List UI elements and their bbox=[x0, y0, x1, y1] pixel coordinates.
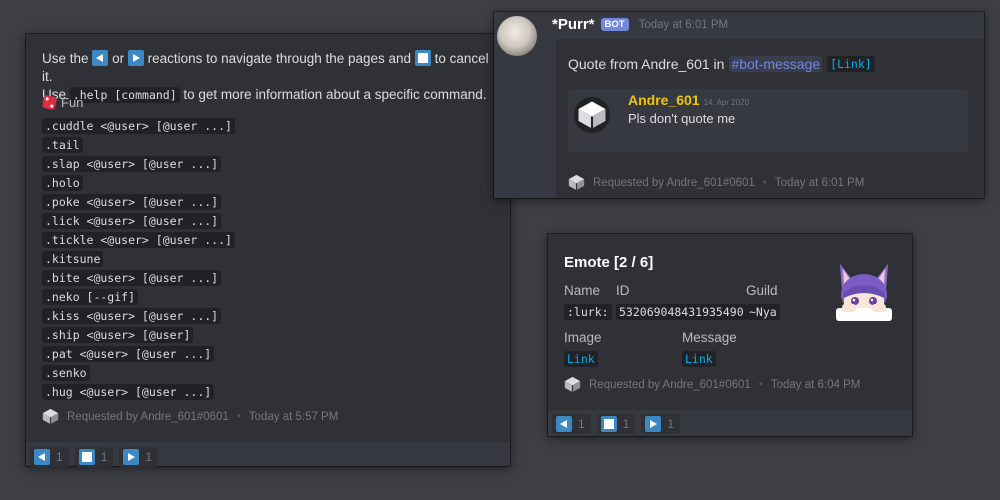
field-value-message: Link bbox=[682, 350, 716, 368]
field-value-name: :lurk: bbox=[564, 303, 612, 321]
command-item: .senko bbox=[42, 363, 235, 382]
command-item: .ship <@user> [@user] bbox=[42, 325, 235, 344]
quoted-author: Andre_601 14. Apr 2020 bbox=[628, 92, 749, 108]
message-header: *Purr* BOT Today at 6:01 PM bbox=[552, 16, 728, 33]
arrow-right-reaction-icon bbox=[127, 50, 144, 66]
stop-reaction-icon bbox=[600, 416, 617, 432]
reaction-next[interactable]: 1 bbox=[119, 447, 159, 467]
field-label-message: Message bbox=[682, 330, 737, 345]
emote-thumbnail[interactable] bbox=[832, 260, 896, 322]
avatar[interactable] bbox=[497, 16, 537, 56]
arrow-left-reaction-icon bbox=[92, 50, 109, 66]
command-item: .bite <@user> [@user ...] bbox=[42, 268, 235, 287]
quote-embed: Quote from Andre_601 in #bot-message [Li… bbox=[556, 39, 984, 198]
reaction-next[interactable]: 1 bbox=[641, 414, 681, 434]
command-item: .hug <@user> [@user ...] bbox=[42, 382, 235, 401]
reaction-bar: 1 1 1 bbox=[552, 414, 681, 434]
reaction-stop[interactable]: 1 bbox=[596, 414, 636, 434]
field-value-image: Link bbox=[564, 350, 598, 368]
embed-footer: Requested by Andre_601#0601 • Today at 5… bbox=[42, 408, 338, 425]
field-title-fun: Fun bbox=[41, 94, 83, 111]
stop-reaction-icon bbox=[414, 50, 431, 66]
reaction-previous[interactable]: 1 bbox=[30, 447, 69, 467]
cube-icon bbox=[568, 174, 585, 191]
field-label-image: Image bbox=[564, 330, 602, 345]
image-link[interactable]: Link bbox=[564, 351, 598, 367]
bot-badge: BOT bbox=[600, 18, 629, 31]
command-item: .holo bbox=[42, 173, 235, 192]
emote-embed: Emote [2 / 6] Name ID Guild :lurk: 53206… bbox=[548, 234, 912, 410]
command-item: .kitsune bbox=[42, 249, 235, 268]
cube-icon bbox=[578, 101, 606, 129]
quote-description: Quote from Andre_601 in #bot-message [Li… bbox=[568, 56, 875, 72]
command-item: .tickle <@user> [@user ...] bbox=[42, 230, 235, 249]
avatar bbox=[574, 97, 610, 133]
channel-mention[interactable]: #bot-message bbox=[729, 56, 823, 72]
command-item: .slap <@user> [@user ...] bbox=[42, 154, 235, 173]
reaction-stop[interactable]: 1 bbox=[74, 447, 114, 467]
command-item: .neko [--gif] bbox=[42, 287, 235, 306]
arrow-right-reaction-icon bbox=[123, 449, 140, 465]
cube-icon bbox=[564, 376, 581, 393]
field-label-guild: Guild bbox=[746, 283, 778, 298]
arrow-left-reaction-icon bbox=[556, 416, 572, 432]
arrow-left-reaction-icon bbox=[34, 449, 50, 465]
command-item: .cuddle <@user> [@user ...] bbox=[42, 116, 235, 135]
command-item: .kiss <@user> [@user ...] bbox=[42, 306, 235, 325]
embed-footer: Requested by Andre_601#0601 • Today at 6… bbox=[568, 174, 864, 191]
field-value-id: 532069048431935490 bbox=[616, 303, 747, 321]
message-timestamp: Today at 6:01 PM bbox=[638, 18, 729, 31]
command-item: .poke <@user> [@user ...] bbox=[42, 192, 235, 211]
emote-message: Emote [2 / 6] Name ID Guild :lurk: 53206… bbox=[548, 234, 912, 436]
field-label-name: Name bbox=[564, 283, 601, 298]
cube-icon bbox=[42, 408, 59, 425]
quote-message: *Purr* BOT Today at 6:01 PM Quote from A… bbox=[494, 12, 984, 198]
message-link[interactable]: Link bbox=[682, 351, 716, 367]
reaction-previous[interactable]: 1 bbox=[552, 414, 591, 434]
arrow-right-reaction-icon bbox=[645, 416, 662, 432]
game-die-icon bbox=[41, 94, 58, 111]
embed-title: Emote [2 / 6] bbox=[564, 254, 654, 271]
jump-link[interactable]: [Link] bbox=[827, 56, 875, 72]
command-item: .pat <@user> [@user ...] bbox=[42, 344, 235, 363]
quoted-text: Pls don't quote me bbox=[628, 111, 736, 126]
field-label-id: ID bbox=[616, 283, 630, 298]
command-item: .tail bbox=[42, 135, 235, 154]
embed-footer: Requested by Andre_601#0601 • Today at 6… bbox=[564, 376, 860, 393]
quoted-message-card: Andre_601 14. Apr 2020 Pls don't quote m… bbox=[568, 89, 968, 152]
help-embed: Use the or reactions to navigate through… bbox=[26, 34, 510, 442]
reaction-bar: 1 1 1 bbox=[30, 447, 159, 467]
command-list: .cuddle <@user> [@user ...] .tail .slap … bbox=[42, 116, 235, 401]
help-command-code: .help [command] bbox=[69, 87, 180, 103]
field-value-guild: ~Nya bbox=[746, 303, 780, 321]
command-item: .lick <@user> [@user ...] bbox=[42, 211, 235, 230]
help-message: Use the or reactions to navigate through… bbox=[26, 34, 510, 467]
username[interactable]: *Purr* bbox=[552, 16, 595, 33]
stop-reaction-icon bbox=[78, 449, 95, 465]
help-description: Use the or reactions to navigate through… bbox=[42, 50, 489, 103]
